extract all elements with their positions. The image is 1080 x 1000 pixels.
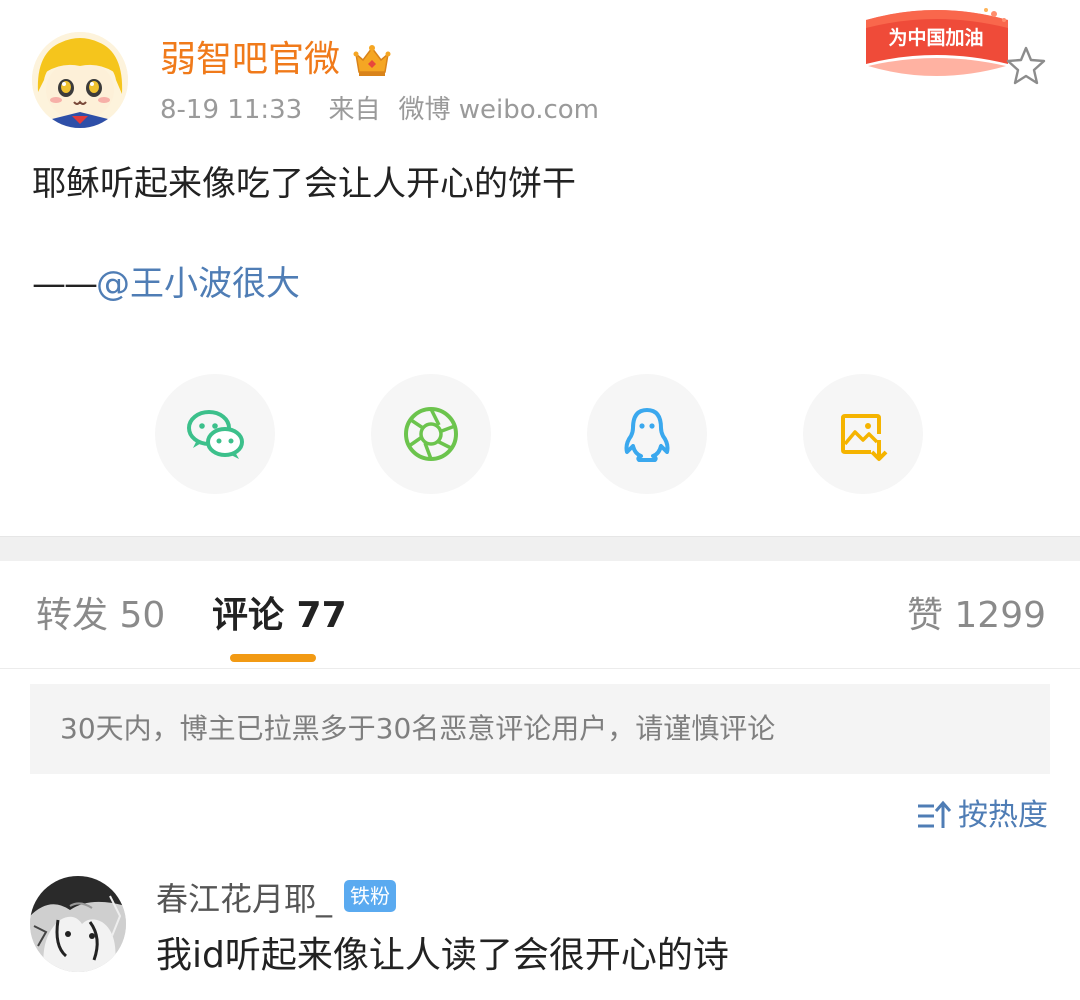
- post-text: 耶稣听起来像吃了会让人开心的饼干: [32, 164, 576, 204]
- qq-share-button[interactable]: [587, 374, 707, 494]
- sort-by-hot-button[interactable]: 按热度: [916, 794, 1048, 838]
- mention-link[interactable]: @王小波很大: [96, 264, 300, 304]
- sort-label: 按热度: [958, 798, 1048, 833]
- comment-notice: 30天内，博主已拉黑多于30名恶意评论用户，请谨慎评论: [30, 684, 1050, 774]
- crown-icon[interactable]: [352, 40, 392, 80]
- author-name[interactable]: 弱智吧官微: [160, 36, 340, 84]
- active-tab-indicator: [230, 654, 316, 662]
- favorite-star-icon[interactable]: [1004, 44, 1048, 88]
- qq-penguin-icon: [624, 408, 670, 462]
- tab-divider: [0, 668, 1080, 669]
- author-avatar[interactable]: [32, 32, 128, 128]
- post-time: 8-19 11:33: [160, 95, 303, 125]
- cheer-china-banner[interactable]: 为中国加油: [858, 6, 1014, 82]
- tab-comments[interactable]: 评论 77: [212, 592, 347, 640]
- camera-shutter-icon: [404, 407, 458, 461]
- fan-badge: 铁粉: [344, 880, 396, 912]
- post-meta: 8-19 11:33 来自 微博 weibo.com: [160, 92, 599, 128]
- wechat-share-button[interactable]: [155, 374, 275, 494]
- commenter-name[interactable]: 春江花月耶_: [156, 876, 332, 922]
- image-download-icon: [841, 414, 888, 461]
- weibo-post-page: 弱智吧官微 8-19 11:33 来自 微博 weibo.com 为中国加油 耶…: [0, 0, 1080, 1000]
- moments-share-button[interactable]: [371, 374, 491, 494]
- comment-text: 我id听起来像让人读了会很开心的诗: [156, 935, 729, 976]
- save-image-button[interactable]: [803, 374, 923, 494]
- notice-text: 30天内，博主已拉黑多于30名恶意评论用户，请谨慎评论: [60, 712, 776, 745]
- wechat-icon: [187, 410, 244, 459]
- section-divider: [0, 536, 1080, 561]
- banner-text: 为中国加油: [888, 26, 983, 49]
- post-source: 微博 weibo.com: [398, 95, 599, 125]
- post-source-prefix: 来自: [328, 95, 381, 125]
- commenter-avatar[interactable]: [30, 876, 126, 972]
- post-credit: ——@王小波很大: [32, 260, 300, 308]
- tab-likes[interactable]: 赞 1299: [907, 592, 1046, 640]
- tab-repost[interactable]: 转发 50: [36, 592, 165, 640]
- sort-icon: [918, 800, 952, 828]
- credit-dash: ——: [32, 264, 98, 304]
